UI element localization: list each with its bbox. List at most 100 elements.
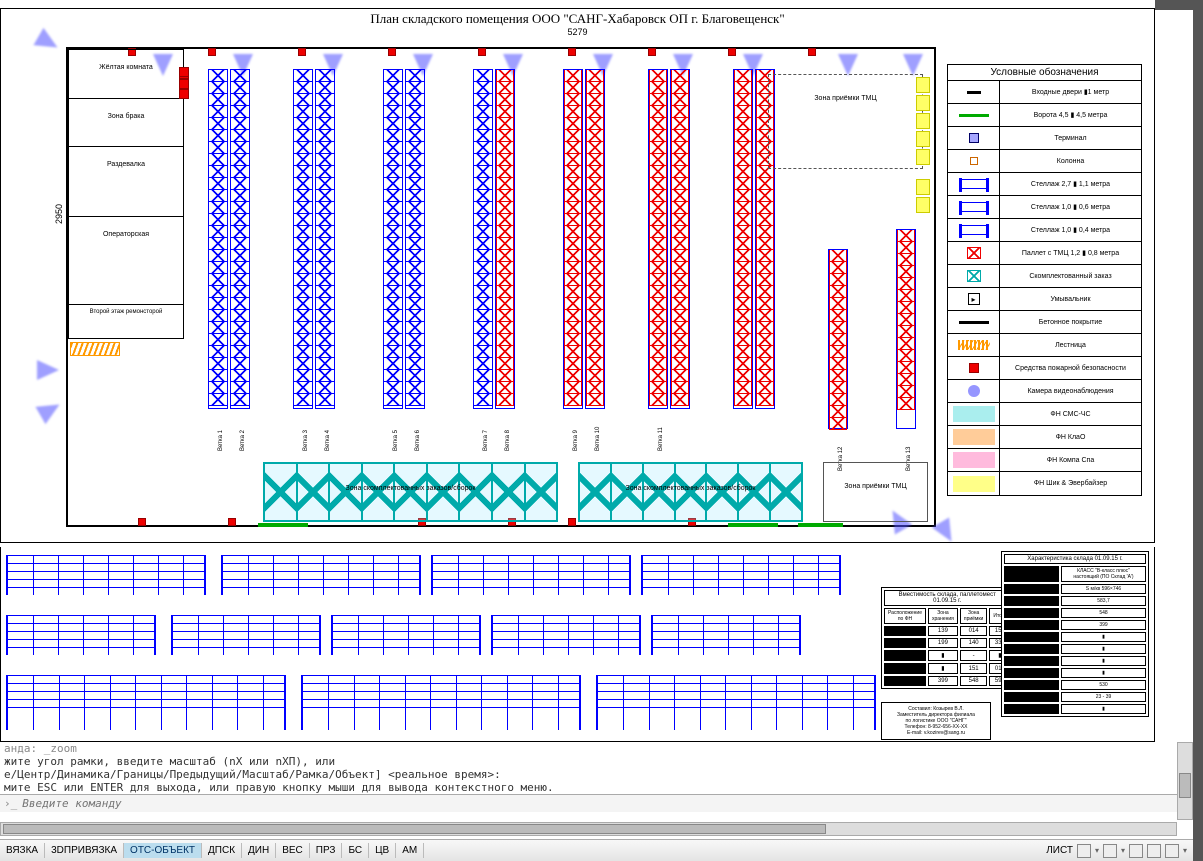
legend-symbol [959,225,989,235]
scrollbar-thumb[interactable] [1179,773,1191,798]
floor-plan[interactable]: Жёлтая комната Зона брака Раздевалка Опе… [66,47,936,527]
camera-cone [932,517,960,546]
rooms-block: Жёлтая комната Зона брака Раздевалка Опе… [68,49,184,382]
fire-marker [478,48,486,56]
room: Операторская [68,217,184,305]
legend-row: Скомплектованный заказ [948,265,1141,288]
characteristics-table: Характеристика склада 01.09.15 г. КЛАСС … [1001,551,1149,717]
gate-marker [258,523,308,527]
room-label: Второй этаж ремонсторой [90,309,163,315]
capacity-table: Вместимость склада, паллетомест 01.09.15… [881,587,1013,689]
yellow-box [916,77,930,93]
elevation-rack [171,615,321,655]
drawing-frame[interactable]: План складского помещения ООО "САНГ-Хаба… [0,8,1155,543]
room: Раздевалка [68,147,184,217]
statusbar-toggle[interactable]: ДПСК [202,843,242,858]
legend-text: ФН Шик & Эвербайзер [1000,480,1141,487]
statusbar-toggle[interactable]: ЦВ [369,843,396,858]
fire-marker [568,48,576,56]
zone-assembly: Зона скомплектованных заказов/сборок [263,462,558,522]
sheet-icon[interactable] [1077,844,1091,858]
command-input-row[interactable]: ›_ [0,794,1193,812]
rack-label: Ветка 3 [303,430,309,451]
legend-symbol: ▸ [968,293,980,305]
zone-label: Зона приёмки ТМЦ [814,95,876,102]
dim-height: 2950 [54,204,64,224]
legend-text: Терминал [1000,135,1141,142]
elevation-rack [596,675,876,730]
rack-label: Ветка 8 [505,430,511,451]
legend-symbol [959,114,989,117]
fire-marker [228,518,236,526]
fire-marker [179,79,189,89]
room-label: Раздевалка [107,161,145,168]
elevation-rack [6,615,156,655]
yellow-box [916,95,930,111]
tool-icon[interactable] [1103,844,1117,858]
statusbar-toggle[interactable]: 3DПРИВЯЗКА [45,843,124,858]
plan-title: План складского помещения ООО "САНГ-Хаба… [1,9,1154,27]
gate-marker [728,523,778,527]
rack-label: Ветка 1 [218,430,224,451]
cmd-text: е/Центр/Динамика/Границы/Предыдущий/Масш… [0,768,1193,781]
legend-text: ФН СМС-ЧС [1000,411,1141,418]
scrollbar-thumb[interactable] [3,824,826,834]
camera-cone [37,360,59,380]
legend-row: ФН СМС-ЧС [948,403,1141,426]
statusbar-toggle[interactable]: ОТС-ОБЪЕКТ [124,843,202,858]
legend-symbol [959,179,989,189]
chevron-down-icon[interactable]: ▾ [1183,846,1187,855]
statusbar-toggle[interactable]: ВЕС [276,843,310,858]
chevron-down-icon[interactable]: ▾ [1121,846,1125,855]
chevron-down-icon[interactable]: ▾ [1095,846,1099,855]
legend-symbol [958,340,990,350]
legend-text: Ворота 4,5 ▮ 4,5 метра [1000,111,1141,119]
fire-marker [179,67,189,77]
command-input[interactable] [22,797,1189,810]
rack-column [670,69,690,409]
camera-cone [35,396,64,424]
elevations-section[interactable]: Вместимость склада, паллетомест 01.09.15… [0,547,1155,742]
statusbar-toggle[interactable]: ДИН [242,843,276,858]
scrollbar-horizontal[interactable] [0,822,1177,836]
legend-symbol [953,406,995,422]
rack-label: Ветка 5 [393,430,399,451]
legend-row: Средства пожарной безопасности [948,357,1141,380]
statusbar-toggle[interactable]: АМ [396,843,424,858]
rack-column: Ветка 9 [563,69,583,409]
room: Жёлтая комната [68,49,184,99]
legend-symbol [959,202,989,212]
table-title: Характеристика склада 01.09.15 г. [1004,554,1146,564]
legend-row: Колонна [948,150,1141,173]
legend-text: ФН КлаО [1000,434,1141,441]
statusbar-toggle[interactable]: БС [342,843,369,858]
rack-label: Ветка 9 [573,430,579,451]
legend-text: Лестница [1000,342,1141,349]
yellow-box [916,113,930,129]
legend-text: Стеллаж 1,0 ▮ 0,4 метра [1000,226,1141,234]
rack-column: Ветка 8 [495,69,515,409]
rack-column: Ветка 6 [405,69,425,409]
scrollbar-vertical[interactable] [1177,742,1193,820]
tool-icon[interactable] [1129,844,1143,858]
rack-label: Ветка 2 [240,430,246,451]
tool-icon[interactable] [1147,844,1161,858]
legend-row: ▸Умывальник [948,288,1141,311]
legend-text: Скомплектованный заказ [1000,273,1141,280]
legend-text: Бетонное покрытие [1000,319,1141,326]
statusbar-toggle[interactable]: ПРЗ [310,843,343,858]
legend-text: Стеллаж 1,0 ▮ 0,6 метра [1000,203,1141,211]
rack-label: Ветка 11 [658,427,664,451]
legend-symbol [967,247,981,259]
cmd-text: мите ESC или ENTER для выхода, или праву… [0,781,1193,794]
legend-symbol [959,321,989,324]
legend-symbol [953,452,995,468]
legend-text: Стеллаж 2,7 ▮ 1,1 метра [1000,180,1141,188]
statusbar-toggle[interactable]: ВЯЗКА [0,843,45,858]
legend-row: Терминал [948,127,1141,150]
fire-marker [808,48,816,56]
cmd-text: анда: _zoom [4,742,77,755]
room: Зона брака [68,99,184,147]
yellow-box [916,131,930,147]
tool-icon[interactable] [1165,844,1179,858]
